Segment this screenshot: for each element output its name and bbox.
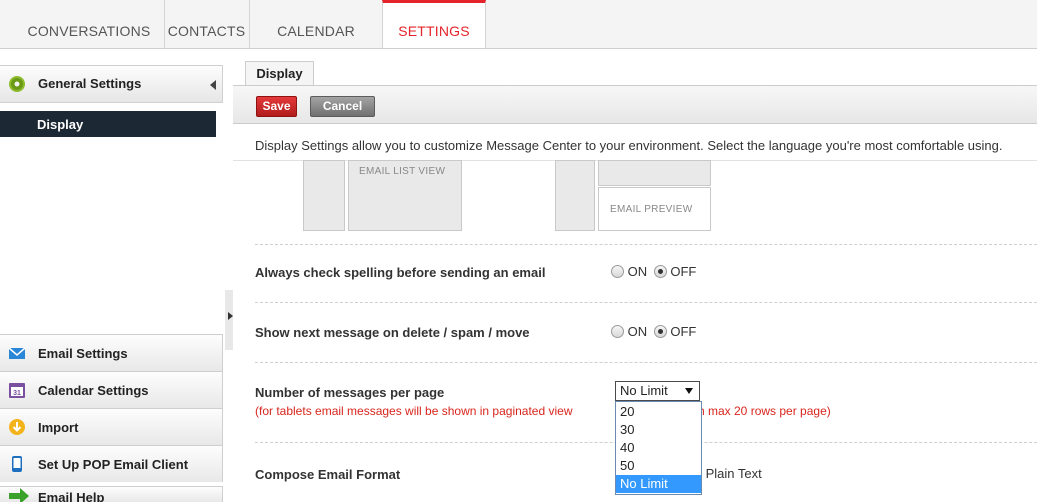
sidebar-item-label: Email Help [38,490,105,502]
sidebar-item-label: Set Up POP Email Client [38,457,189,472]
layout-preview-list-view[interactable]: EMAIL LIST VIEW [348,160,462,231]
sidebar-item-display[interactable]: Display [0,111,216,137]
divider [255,302,1037,303]
select-value: No Limit [620,383,668,398]
sidebar-item-import[interactable]: Import [0,408,223,445]
email-list-view-label: EMAIL LIST VIEW [359,166,446,177]
radio-label: ON [627,264,648,279]
messages-per-page-dropdown: 20 30 40 50 No Limit [615,401,702,495]
pagination-note: (for tablets email messages will be show… [255,404,831,418]
envelope-icon [8,347,26,359]
next-message-radios: ON OFF [611,324,696,339]
dropdown-option[interactable]: 50 [616,457,701,475]
phone-icon [12,456,22,472]
sidebar-item-pop-email-client[interactable]: Set Up POP Email Client [0,445,223,482]
dropdown-option-selected[interactable]: No Limit [616,475,701,493]
layout-preview-list-top[interactable] [598,160,711,186]
tab-contacts[interactable]: CONTACTS [164,0,250,48]
radio-label: Plain Text [705,466,762,481]
radio-label: OFF [670,264,697,279]
spelling-check-label: Always check spelling before sending an … [255,265,546,280]
layout-preview-email-preview[interactable]: EMAIL PREVIEW [598,187,711,231]
top-navigation: CONVERSATIONS CONTACTS CALENDAR SETTINGS [0,0,1037,49]
sidebar-item-calendar-settings[interactable]: 31 Calendar Settings [0,371,223,408]
toolbar: Save Cancel [233,85,1037,124]
chevron-down-icon [685,388,693,394]
save-button[interactable]: Save [256,96,297,117]
arrow-right-icon [9,488,29,502]
dropdown-option[interactable]: 20 [616,403,701,421]
calendar-day-number: 31 [13,390,21,397]
sidebar-item-label: Email Settings [38,346,128,361]
pagination-note-right: h max 20 rows per page) [698,404,831,418]
sidebar: General Settings Display Email Settings … [0,59,225,502]
spelling-off-radio[interactable] [653,265,667,278]
sidebar-item-label: Display [37,117,84,132]
email-preview-label: EMAIL PREVIEW [610,204,693,215]
collapse-arrow-icon[interactable] [210,80,216,90]
layout-preview-sidebar[interactable] [303,160,345,231]
cancel-button[interactable]: Cancel [310,96,375,117]
dropdown-option[interactable]: 40 [616,439,701,457]
subtab-display[interactable]: Display [245,61,314,86]
sidebar-item-label: Calendar Settings [38,383,149,398]
expand-arrow-icon[interactable] [228,312,233,320]
next-message-off-radio[interactable] [653,325,667,338]
compose-format-label: Compose Email Format [255,467,401,482]
tab-calendar[interactable]: CALENDAR [249,0,383,48]
next-message-on-radio[interactable] [611,325,624,338]
messages-per-page-select[interactable]: No Limit [615,381,700,401]
spelling-on-radio[interactable] [611,265,624,278]
layout-preview-sidebar-2[interactable] [555,160,595,231]
tab-conversations[interactable]: CONVERSATIONS [14,0,165,48]
messages-per-page-label: Number of messages per page [255,385,445,400]
radio-label: OFF [670,324,697,339]
general-settings-header[interactable]: General Settings [0,65,223,103]
sidebar-item-label: Import [38,420,79,435]
sidebar-splitter[interactable] [225,290,233,350]
dropdown-option[interactable]: 30 [616,421,701,439]
sidebar-item-email-settings[interactable]: Email Settings [0,334,223,371]
divider [255,244,1037,245]
next-message-label: Show next message on delete / spam / mov… [255,325,530,340]
spelling-check-radios: ON OFF [611,264,696,279]
sidebar-item-email-help[interactable]: Email Help [0,486,223,502]
calendar-icon: 31 [9,383,25,398]
tab-settings[interactable]: SETTINGS [382,0,486,48]
gear-icon [9,76,25,92]
settings-description: Display Settings allow you to customize … [255,138,1003,153]
general-settings-label: General Settings [38,76,142,91]
divider [255,362,1037,363]
import-icon [9,419,25,435]
radio-label: ON [627,324,648,339]
pagination-note-left: (for tablets email messages will be show… [255,404,573,418]
